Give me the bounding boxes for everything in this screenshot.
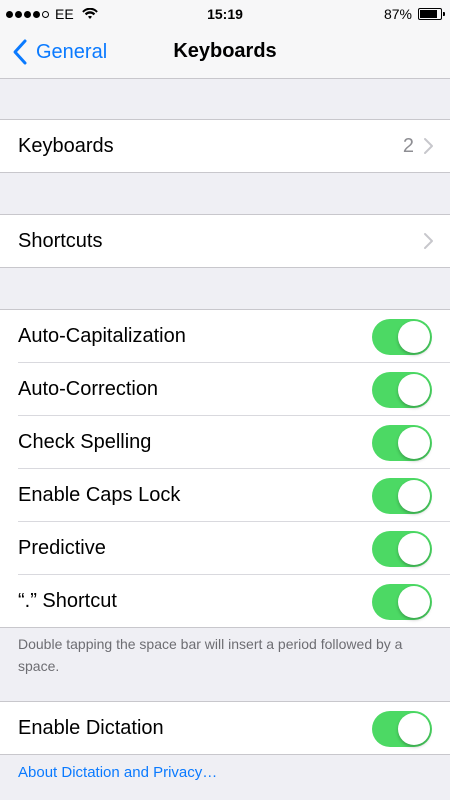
- about-dictation-privacy-link[interactable]: About Dictation and Privacy…: [18, 764, 217, 781]
- enable-dictation-row: Enable Dictation: [18, 702, 450, 754]
- battery-percent: 87%: [383, 6, 412, 22]
- predictive-row: Predictive: [18, 521, 450, 574]
- dictation-group: Enable Dictation: [0, 701, 450, 755]
- keyboards-label: Keyboards: [18, 134, 114, 157]
- check-spelling-toggle[interactable]: [372, 425, 432, 461]
- keyboard-options-group: Auto-Capitalization Auto-Correction Chec…: [0, 309, 450, 628]
- auto-correction-toggle[interactable]: [372, 372, 432, 408]
- status-right: 87%: [383, 6, 445, 22]
- enable-caps-lock-row: Enable Caps Lock: [18, 468, 450, 521]
- keyboards-group: Keyboards 2: [0, 119, 450, 173]
- shortcut-footer-note: Double tapping the space bar will insert…: [18, 636, 403, 674]
- auto-capitalization-row: Auto-Capitalization: [18, 310, 450, 362]
- toggle-knob: [398, 374, 430, 406]
- keyboards-count: 2: [402, 134, 414, 157]
- status-bar: EE 15:19 87%: [0, 0, 450, 28]
- battery-icon: [418, 8, 445, 20]
- chevron-right-icon: [424, 138, 433, 154]
- keyboards-row[interactable]: Keyboards 2: [18, 120, 450, 172]
- toggle-knob: [398, 480, 430, 512]
- toggle-knob: [398, 533, 430, 565]
- auto-capitalization-toggle[interactable]: [372, 319, 432, 355]
- shortcuts-label: Shortcuts: [18, 229, 103, 252]
- auto-correction-row: Auto-Correction: [18, 362, 450, 415]
- toggle-knob: [398, 586, 430, 618]
- page-title: Keyboards: [173, 40, 277, 62]
- period-shortcut-row: “.” Shortcut: [18, 574, 450, 627]
- toggle-knob: [398, 321, 430, 353]
- shortcuts-group: Shortcuts: [0, 214, 450, 268]
- toggle-knob: [398, 713, 430, 745]
- period-shortcut-toggle[interactable]: [372, 584, 432, 620]
- chevron-right-icon: [424, 233, 433, 249]
- predictive-toggle[interactable]: [372, 531, 432, 567]
- status-time: 15:19: [207, 6, 243, 22]
- enable-caps-lock-toggle[interactable]: [372, 478, 432, 514]
- navigation-bar: General Keyboards: [0, 28, 450, 79]
- enable-dictation-toggle[interactable]: [372, 711, 432, 747]
- battery-level-fill: [420, 10, 437, 18]
- toggle-knob: [398, 427, 430, 459]
- shortcuts-row[interactable]: Shortcuts: [18, 215, 450, 267]
- check-spelling-row: Check Spelling: [18, 415, 450, 468]
